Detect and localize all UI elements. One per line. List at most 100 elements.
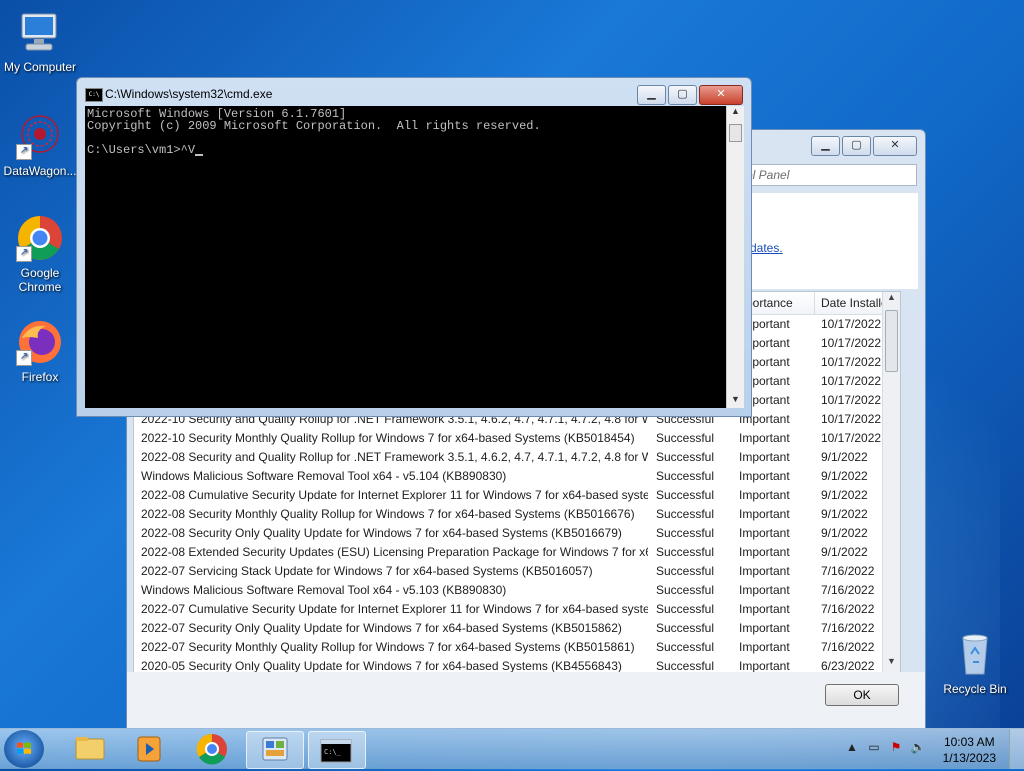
desktop-icon-label: Recycle Bin bbox=[943, 682, 1007, 696]
update-name-cell: 2022-08 Security and Quality Rollup for … bbox=[141, 450, 648, 464]
shortcut-arrow-icon: ↗ bbox=[16, 144, 32, 160]
minimize-button[interactable]: ▁ bbox=[811, 136, 840, 156]
update-status-cell: Successful bbox=[656, 469, 715, 483]
desktop-icon-datawagon[interactable]: ↗ DataWagon... bbox=[0, 112, 80, 178]
desktop-icon-label: Google Chrome bbox=[18, 266, 62, 294]
table-row[interactable]: 2022-07 Security Only Quality Update for… bbox=[134, 619, 900, 638]
update-importance-cell: Important bbox=[739, 488, 790, 502]
table-row[interactable]: 2022-08 Extended Security Updates (ESU) … bbox=[134, 543, 900, 562]
taskbar-control-panel-button[interactable] bbox=[246, 731, 304, 769]
list-scrollbar[interactable]: ▲ ▼ bbox=[882, 292, 900, 672]
table-row[interactable]: 2022-07 Security Monthly Quality Rollup … bbox=[134, 638, 900, 657]
svg-text:C:\_: C:\_ bbox=[324, 748, 342, 756]
update-name-cell: Windows Malicious Software Removal Tool … bbox=[141, 469, 507, 483]
desktop-icon-firefox[interactable]: ↗ Firefox bbox=[0, 318, 80, 384]
scroll-down-icon[interactable]: ▼ bbox=[727, 394, 744, 408]
update-status-cell: Successful bbox=[656, 507, 715, 521]
clock-date: 1/13/2023 bbox=[942, 751, 996, 765]
maximize-button[interactable]: ▢ bbox=[842, 136, 871, 156]
desktop-icon-label: DataWagon... bbox=[3, 164, 77, 178]
clock-time: 10:03 AM bbox=[943, 735, 995, 749]
update-name-cell: 2022-07 Security Only Quality Update for… bbox=[141, 621, 622, 635]
datawagon-icon: ↗ bbox=[16, 112, 64, 160]
cmd-app-icon: C:\ bbox=[85, 88, 103, 102]
table-row[interactable]: 2022-07 Servicing Stack Update for Windo… bbox=[134, 562, 900, 581]
table-row[interactable]: 2022-08 Security Monthly Quality Rollup … bbox=[134, 505, 900, 524]
text-cursor bbox=[195, 154, 204, 156]
close-button[interactable]: ✕ bbox=[699, 85, 743, 105]
table-row[interactable]: 2022-08 Security Only Quality Update for… bbox=[134, 524, 900, 543]
action-center-icon[interactable]: ⚑ bbox=[888, 740, 904, 756]
table-row[interactable]: Windows Malicious Software Removal Tool … bbox=[134, 581, 900, 600]
scroll-thumb[interactable] bbox=[885, 310, 898, 372]
button-bar bbox=[127, 672, 925, 728]
update-importance-cell: Important bbox=[739, 640, 790, 654]
taskbar-cmd-button[interactable]: C:\_ bbox=[308, 731, 366, 769]
scroll-down-icon[interactable]: ▼ bbox=[883, 656, 900, 672]
update-status-cell: Successful bbox=[656, 526, 715, 540]
desktop-icon-label: My Computer bbox=[3, 60, 77, 74]
console-line: Copyright (c) 2009 Microsoft Corporation… bbox=[87, 119, 541, 133]
media-player-icon bbox=[137, 736, 161, 762]
maximize-button[interactable]: ▢ bbox=[668, 85, 697, 105]
learn-updates-link[interactable]: dates. bbox=[750, 241, 783, 255]
desktop-icon-label: Firefox bbox=[21, 370, 59, 384]
update-importance-cell: Important bbox=[739, 450, 790, 464]
update-name-cell: 2022-07 Security Monthly Quality Rollup … bbox=[141, 640, 635, 654]
update-importance-cell: Important bbox=[739, 545, 790, 559]
start-button[interactable] bbox=[4, 730, 44, 768]
update-name-cell: 2022-08 Cumulative Security Update for I… bbox=[141, 488, 648, 502]
control-panel-icon bbox=[262, 737, 288, 761]
table-row[interactable]: 2022-07 Cumulative Security Update for I… bbox=[134, 600, 900, 619]
firefox-icon: ↗ bbox=[16, 318, 64, 366]
taskbar-chrome-button[interactable] bbox=[184, 731, 240, 767]
update-status-cell: Successful bbox=[656, 602, 715, 616]
taskbar-explorer-button[interactable] bbox=[62, 731, 118, 767]
update-importance-cell: Important bbox=[739, 431, 790, 445]
update-name-cell: 2022-08 Security Monthly Quality Rollup … bbox=[141, 507, 635, 521]
desktop-icon-chrome[interactable]: ↗ Google Chrome bbox=[0, 214, 80, 294]
table-row[interactable]: 2022-10 Security Monthly Quality Rollup … bbox=[134, 429, 900, 448]
console-output[interactable]: Microsoft Windows [Version 6.1.7601] Cop… bbox=[85, 106, 726, 408]
network-icon[interactable]: ▭ bbox=[866, 740, 882, 756]
taskbar: C:\_ ▲ ▭ ⚑ 🔈 10:03 AM 1/13/2023 bbox=[0, 728, 1024, 769]
minimize-button[interactable]: ▁ bbox=[637, 85, 666, 105]
search-input[interactable]: ol Panel ⌕ bbox=[727, 164, 917, 186]
volume-icon[interactable]: 🔈 bbox=[910, 740, 926, 756]
console-prompt-text: C:\Users\vm1>^V bbox=[87, 143, 196, 157]
scroll-thumb[interactable] bbox=[729, 124, 742, 142]
table-row[interactable]: 2022-08 Security and Quality Rollup for … bbox=[134, 448, 900, 467]
window-controls: ▁ ▢ ✕ bbox=[811, 136, 917, 156]
cmd-window: C:\ C:\Windows\system32\cmd.exe ▁ ▢ ✕ Mi… bbox=[76, 77, 752, 417]
folder-icon bbox=[75, 737, 105, 760]
show-desktop-button[interactable] bbox=[1009, 729, 1024, 769]
table-row[interactable]: 2022-08 Cumulative Security Update for I… bbox=[134, 486, 900, 505]
cmd-scrollbar[interactable]: ▲ ▼ bbox=[726, 106, 744, 408]
console-prompt-line[interactable]: C:\Users\vm1>^V bbox=[87, 143, 204, 157]
scroll-up-icon[interactable]: ▲ bbox=[727, 106, 744, 120]
search-icon[interactable]: ⌕ bbox=[746, 167, 912, 182]
desktop-icon-my-computer[interactable]: My Computer bbox=[0, 8, 80, 74]
table-row[interactable]: Windows Malicious Software Removal Tool … bbox=[134, 467, 900, 486]
update-name-cell: 2022-07 Cumulative Security Update for I… bbox=[141, 602, 648, 616]
update-status-cell: Successful bbox=[656, 488, 715, 502]
update-name-cell: 2022-08 Security Only Quality Update for… bbox=[141, 526, 622, 540]
update-name-cell: 2022-07 Servicing Stack Update for Windo… bbox=[141, 564, 593, 578]
update-status-cell: Successful bbox=[656, 621, 715, 635]
update-status-cell: Successful bbox=[656, 640, 715, 654]
cmd-window-title: C:\Windows\system32\cmd.exe bbox=[105, 87, 273, 101]
clock[interactable]: 10:03 AM 1/13/2023 bbox=[943, 734, 996, 766]
ok-button[interactable]: OK bbox=[825, 684, 899, 706]
table-row[interactable]: 2020-05 Security Only Quality Update for… bbox=[134, 657, 900, 673]
update-importance-cell: Important bbox=[739, 507, 790, 521]
update-status-cell: Successful bbox=[656, 545, 715, 559]
system-tray: ▲ ▭ ⚑ 🔈 10:03 AM 1/13/2023 bbox=[824, 729, 1024, 769]
update-importance-cell: Important bbox=[739, 583, 790, 597]
show-hidden-icons-icon[interactable]: ▲ bbox=[844, 740, 860, 756]
update-importance-cell: Important bbox=[739, 526, 790, 540]
desktop-icon-recycle-bin[interactable]: Recycle Bin bbox=[935, 630, 1015, 696]
taskbar-media-player-button[interactable] bbox=[122, 731, 178, 767]
update-importance-cell: Important bbox=[739, 659, 790, 673]
close-button[interactable]: ✕ bbox=[873, 136, 917, 156]
scroll-up-icon[interactable]: ▲ bbox=[883, 292, 900, 308]
